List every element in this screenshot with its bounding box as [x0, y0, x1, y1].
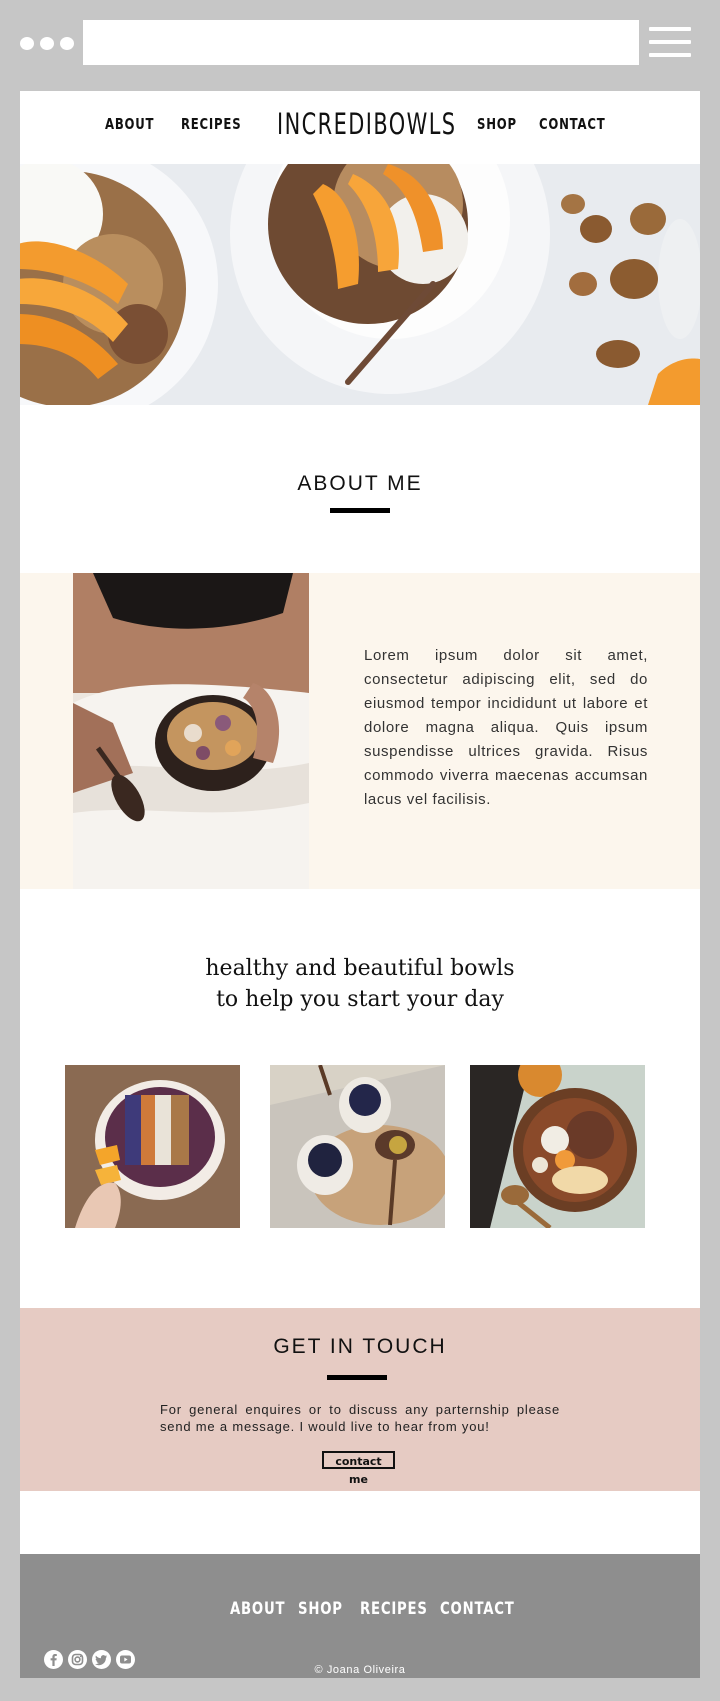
nav-shop-link[interactable]: SHOP [477, 115, 517, 133]
hero-image [20, 164, 700, 405]
footer-recipes-link[interactable]: RECIPES [360, 1599, 428, 1619]
title-underline [327, 1375, 387, 1380]
bowl-photo[interactable] [270, 1065, 445, 1228]
address-bar[interactable] [83, 20, 639, 65]
nav-contact-link[interactable]: CONTACT [539, 115, 605, 133]
footer-shop-link[interactable]: SHOP [298, 1599, 343, 1619]
nav-recipes-link[interactable]: RECIPES [181, 115, 241, 133]
contact-me-button[interactable]: contact me [322, 1451, 395, 1486]
about-text: Lorem ipsum dolor sit amet, consectetur … [364, 647, 648, 808]
footer-about-link[interactable]: ABOUT [230, 1599, 285, 1619]
brand-logo[interactable]: INCREDIBOWLS [277, 107, 457, 141]
window-dot[interactable] [20, 37, 34, 50]
bowl-photo[interactable] [65, 1065, 240, 1228]
nav-about-link[interactable]: ABOUT [105, 115, 154, 133]
about-photo [73, 573, 309, 889]
contact-text: For general enquires or to discuss any p… [160, 1402, 560, 1434]
hamburger-menu-icon[interactable] [649, 27, 691, 57]
copyright: © Joana Oliveira [314, 1664, 406, 1676]
about-title: ABOUT ME [297, 472, 423, 495]
about-section: Lorem ipsum dolor sit amet, consectetur … [20, 573, 700, 889]
contact-title: GET IN TOUCH [273, 1335, 447, 1358]
window-controls [20, 37, 74, 50]
footer-contact-link[interactable]: CONTACT [440, 1599, 515, 1619]
bowl-photo[interactable] [470, 1065, 645, 1228]
title-underline [330, 508, 390, 513]
tagline-line: healthy and beautiful bowls [205, 956, 515, 981]
tagline: healthy and beautiful bowls to help you … [20, 953, 700, 1015]
window-dot[interactable] [40, 37, 54, 50]
footer: ABOUT SHOP RECIPES CONTACT © Joana Olive… [20, 1554, 700, 1678]
contact-section: GET IN TOUCH For general enquires or to … [20, 1308, 700, 1491]
tagline-line: to help you start your day [216, 987, 504, 1012]
webpage: ABOUT RECIPES INCREDIBOWLS SHOP CONTACT [20, 91, 700, 1678]
window-dot[interactable] [60, 37, 74, 50]
top-navigation: ABOUT RECIPES INCREDIBOWLS SHOP CONTACT [20, 91, 700, 164]
